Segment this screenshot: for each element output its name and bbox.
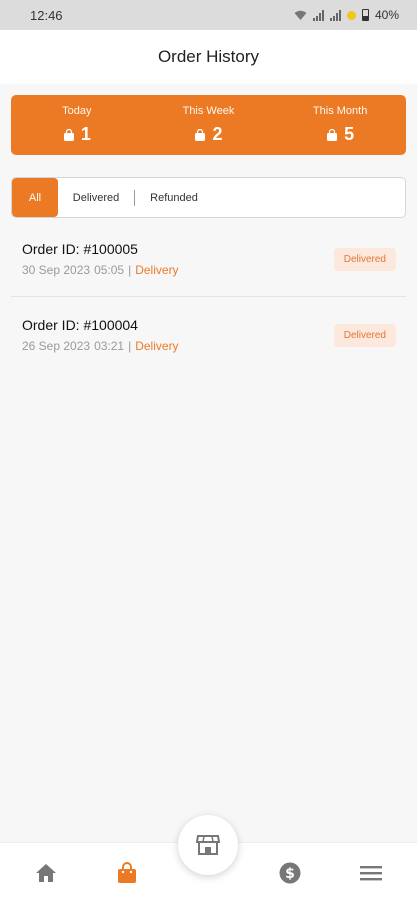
signal-icon-2 <box>329 9 341 21</box>
dollar-icon: $ <box>279 862 301 884</box>
order-list-item[interactable]: Order ID: #100005 30 Sep 2023 05:05 | De… <box>11 235 406 295</box>
status-time: 12:46 <box>30 7 63 23</box>
summary-month: This Month 5 <box>285 105 395 145</box>
order-date: 30 Sep 2023 <box>22 263 91 277</box>
order-summary-card: Today 1 This Week 2 This Month 5 <box>11 95 406 155</box>
nav-orders[interactable] <box>115 861 139 885</box>
shopping-bag-icon <box>195 128 206 141</box>
order-meta-separator: | <box>128 263 132 277</box>
nav-home[interactable] <box>34 861 58 885</box>
summary-week-value-row: 2 <box>194 124 222 145</box>
order-time: 03:21 <box>94 339 125 353</box>
summary-today-count: 1 <box>80 124 91 144</box>
page-header: Order History <box>0 30 417 84</box>
summary-month-label: This Month <box>312 105 368 117</box>
shopping-bag-icon <box>63 128 74 141</box>
nav-earnings[interactable]: $ <box>278 861 302 885</box>
page-title: Order History <box>157 47 260 66</box>
order-filter-tabs: All Delivered Refunded <box>11 177 406 218</box>
order-meta: 30 Sep 2023 05:05 | Delivery <box>22 263 179 277</box>
order-time: 05:05 <box>94 263 125 277</box>
order-id: Order ID: #100004 <box>22 317 138 333</box>
order-id: Order ID: #100005 <box>22 241 138 257</box>
order-type: Delivery <box>135 263 179 277</box>
order-list-item[interactable]: Order ID: #100004 26 Sep 2023 03:21 | De… <box>11 311 406 371</box>
summary-today-value-row: 1 <box>63 124 91 145</box>
signal-icon <box>312 9 324 21</box>
order-meta: 26 Sep 2023 03:21 | Delivery <box>22 339 179 353</box>
order-meta-separator: | <box>128 339 132 353</box>
summary-week-count: 2 <box>212 124 223 144</box>
notification-dot-icon <box>346 10 356 20</box>
tab-refunded[interactable]: Refunded <box>135 178 213 217</box>
shopping-bag-icon <box>327 128 338 141</box>
menu-icon <box>360 866 382 881</box>
store-button[interactable] <box>178 815 238 875</box>
status-icons: 40% <box>294 8 399 22</box>
summary-month-count: 5 <box>344 124 355 144</box>
status-badge: Delivered <box>333 324 396 347</box>
summary-week-label: This Week <box>182 105 235 117</box>
battery-level: 40% <box>374 8 399 22</box>
store-icon <box>196 835 220 855</box>
summary-week: This Week 2 <box>153 105 263 145</box>
summary-today-label: Today <box>62 105 92 117</box>
summary-today: Today 1 <box>22 105 132 145</box>
nav-menu[interactable] <box>359 861 383 885</box>
tab-all[interactable]: All <box>12 178 58 217</box>
list-divider <box>11 296 406 297</box>
wifi-icon <box>294 10 307 20</box>
status-bar: 12:46 40% <box>0 0 417 30</box>
order-type: Delivery <box>135 339 179 353</box>
svg-text:$: $ <box>285 866 295 882</box>
battery-icon <box>361 9 369 21</box>
tab-delivered[interactable]: Delivered <box>58 178 134 217</box>
status-badge: Delivered <box>333 248 396 271</box>
home-icon <box>36 864 56 882</box>
summary-month-value-row: 5 <box>326 124 354 145</box>
order-date: 26 Sep 2023 <box>22 339 91 353</box>
shopping-bag-icon <box>118 862 136 883</box>
